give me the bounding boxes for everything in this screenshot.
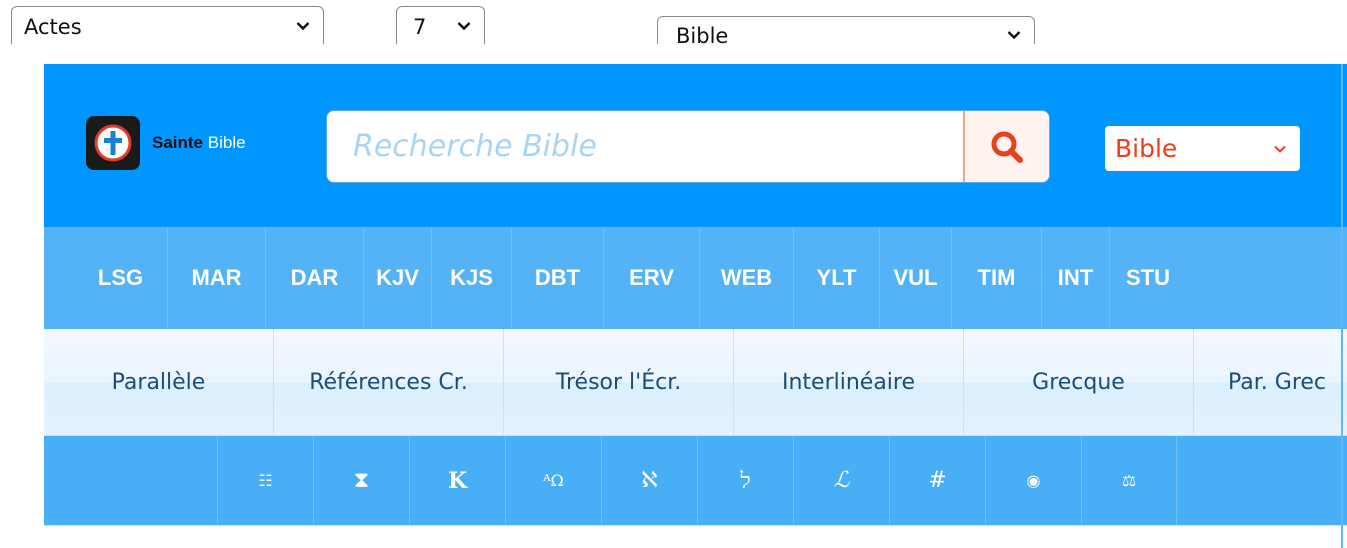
version-tab-dbt[interactable]: DBT — [512, 227, 604, 329]
tool-tab-parallel-greek[interactable]: Par. Grec — [1194, 329, 1347, 435]
version-tabs: LSG MAR DAR KJV KJS DBT ERV WEB YLT VUL … — [44, 227, 1347, 329]
chevron-down-icon — [1274, 145, 1286, 153]
tool-tab-greek[interactable]: Grecque — [964, 329, 1194, 435]
tool-tab-interlinear[interactable]: Interlinéaire — [734, 329, 964, 435]
version-tab-web[interactable]: WEB — [700, 227, 794, 329]
version-tab-lsg[interactable]: LSG — [74, 227, 168, 329]
bible-select[interactable]: Bible — [1105, 126, 1300, 171]
hebrew-icon[interactable]: ﬥ — [697, 436, 793, 525]
tool-tab-cross-references[interactable]: Références Cr. — [274, 329, 504, 435]
script-l-icon[interactable]: ℒ — [793, 436, 889, 525]
balance-icon[interactable]: ⚖ — [1081, 436, 1177, 525]
version-tab-ylt[interactable]: YLT — [794, 227, 880, 329]
hash-icon[interactable]: # — [889, 436, 985, 525]
version-tab-tim[interactable]: TIM — [952, 227, 1042, 329]
tool-tab-parallel[interactable]: Parallèle — [44, 329, 274, 435]
chapter-select-value: 7 — [413, 15, 427, 39]
version-tab-stu[interactable]: STU — [1110, 227, 1186, 329]
cross-logo-icon — [86, 116, 140, 170]
book-select[interactable]: Actes — [11, 6, 324, 44]
version-tab-erv[interactable]: ERV — [604, 227, 700, 329]
tool-icon-bar: ☷ ⧗ K ᴬΩ ℵ ﬥ ℒ # ◉ ⚖ — [44, 436, 1347, 525]
bible-select-value: Bible — [1115, 134, 1178, 163]
tool-tab-treasury[interactable]: Trésor l'Écr. — [504, 329, 734, 435]
list-icon[interactable]: ☷ — [217, 436, 313, 525]
bible-site-frame: Sainte Bible Bible LSG MAR DAR KJV KJS D… — [44, 64, 1347, 548]
version-tab-vul[interactable]: VUL — [880, 227, 952, 329]
version-tab-dar[interactable]: DAR — [266, 227, 364, 329]
study-tools-tabs: Parallèle Références Cr. Trésor l'Écr. I… — [44, 329, 1347, 436]
chevron-down-icon — [994, 21, 1034, 44]
search-button[interactable] — [963, 111, 1049, 182]
chapter-select[interactable]: 7 — [396, 6, 485, 44]
content-area — [44, 525, 1347, 548]
logo-text: Sainte Bible — [152, 133, 246, 152]
book-select-value: Actes — [24, 15, 82, 39]
version-tab-mar[interactable]: MAR — [168, 227, 266, 329]
search-input[interactable] — [327, 111, 963, 182]
site-logo[interactable]: Sainte Bible — [86, 116, 246, 170]
frame-scrollbar-edge — [1341, 64, 1343, 548]
chevron-down-icon — [283, 7, 323, 44]
version-tab-kjv[interactable]: KJV — [364, 227, 432, 329]
version-tab-int[interactable]: INT — [1042, 227, 1110, 329]
k-icon[interactable]: K — [409, 436, 505, 525]
version-select-value: Bible — [676, 24, 729, 44]
globe-icon[interactable]: ◉ — [985, 436, 1081, 525]
aleph-icon[interactable]: ℵ — [601, 436, 697, 525]
version-select[interactable]: Bible — [657, 16, 1035, 44]
site-header: Sainte Bible Bible — [44, 64, 1347, 227]
search-icon — [991, 131, 1023, 163]
alpha-omega-icon[interactable]: ᴬΩ — [505, 436, 601, 525]
version-tab-kjs[interactable]: KJS — [432, 227, 512, 329]
hourglass-icon[interactable]: ⧗ — [313, 436, 409, 525]
chevron-down-icon — [444, 7, 484, 44]
search-bar — [326, 110, 1050, 183]
